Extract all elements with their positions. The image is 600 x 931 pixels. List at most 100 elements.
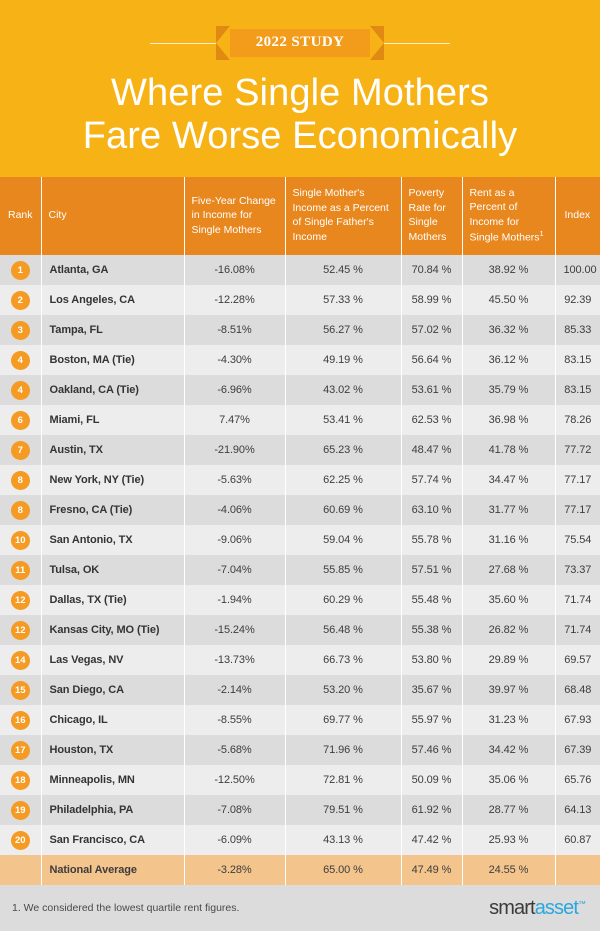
poverty-cell: 57.46 %: [401, 735, 463, 766]
city-cell: San Antonio, TX: [41, 525, 185, 556]
city-cell: New York, NY (Tie): [41, 465, 185, 496]
rank-badge: 14: [10, 650, 30, 670]
ribbon-rule-left: [149, 42, 216, 44]
index-cell: 85.33: [555, 315, 600, 346]
change-cell: 7.47%: [184, 405, 286, 436]
column-header-income-percent-of-father: Single Mother's Income as a Percent of S…: [285, 176, 402, 256]
ribbon-label: 2022 STUDY: [229, 29, 371, 57]
pct-father-cell: 60.29 %: [285, 585, 402, 616]
table-header-row: Rank City Five-Year Change in Income for…: [0, 176, 600, 256]
index-cell: 71.74: [555, 585, 600, 616]
rank-cell: 7: [0, 435, 42, 466]
city-cell: Boston, MA (Tie): [41, 345, 185, 376]
poverty-cell: 63.10 %: [401, 495, 463, 526]
poverty-cell: 47.42 %: [401, 825, 463, 856]
poverty-cell: 70.84 %: [401, 255, 463, 286]
rent-cell: 29.89 %: [462, 645, 556, 676]
poverty-cell: 61.92 %: [401, 795, 463, 826]
poverty-cell: 50.09 %: [401, 765, 463, 796]
poverty-cell: 57.51 %: [401, 555, 463, 586]
rank-cell: 4: [0, 375, 42, 406]
column-header-index: Index: [555, 176, 600, 256]
table-row: 17 Houston, TX -5.68% 71.96 % 57.46 % 34.42 %…: [0, 735, 600, 766]
index-cell: 65.76: [555, 765, 600, 796]
table-row: 4 Boston, MA (Tie) -4.30% 49.19 % 56.64 % 36.…: [0, 345, 600, 376]
pct-father-cell: 79.51 %: [285, 795, 402, 826]
rent-cell: 26.82 %: [462, 615, 556, 646]
rent-cell: 35.60 %: [462, 585, 556, 616]
rank-cell: 15: [0, 675, 42, 706]
rank-badge: 16: [10, 710, 30, 730]
rent-cell: 39.97 %: [462, 675, 556, 706]
poverty-cell: 55.38 %: [401, 615, 463, 646]
index-cell: 92.39: [555, 285, 600, 316]
index-cell: 83.15: [555, 375, 600, 406]
city-cell: Las Vegas, NV: [41, 645, 185, 676]
rank-cell: 8: [0, 495, 42, 526]
change-cell: -3.28%: [184, 855, 286, 886]
city-cell: National Average: [41, 855, 185, 886]
city-cell: Dallas, TX (Tie): [41, 585, 185, 616]
poverty-cell: 55.78 %: [401, 525, 463, 556]
footnote-marker: 1: [539, 229, 544, 239]
page-title-line-1: Where Single Mothers: [111, 72, 489, 114]
change-cell: -8.55%: [184, 705, 286, 736]
rank-cell: 3: [0, 315, 42, 346]
pct-father-cell: 53.41 %: [285, 405, 402, 436]
city-cell: Chicago, IL: [41, 705, 185, 736]
change-cell: -12.50%: [184, 765, 286, 796]
study-ribbon: 2022 STUDY: [0, 26, 600, 60]
pct-father-cell: 60.69 %: [285, 495, 402, 526]
city-cell: Kansas City, MO (Tie): [41, 615, 185, 646]
rent-cell: 34.42 %: [462, 735, 556, 766]
rank-badge: 7: [10, 440, 30, 460]
city-cell: San Francisco, CA: [41, 825, 185, 856]
rank-cell: 16: [0, 705, 42, 736]
rank-badge: 1: [10, 260, 30, 280]
table-row: 19 Philadelphia, PA -7.08% 79.51 % 61.92 % 28…: [0, 795, 600, 826]
table-row: 7 Austin, TX -21.90% 65.23 % 48.47 % 41.78 % 7…: [0, 435, 600, 466]
rent-cell: 31.23 %: [462, 705, 556, 736]
pct-father-cell: 65.00 %: [285, 855, 402, 886]
rent-cell: 45.50 %: [462, 285, 556, 316]
ribbon-rule-right: [384, 42, 451, 44]
rank-badge: 10: [10, 530, 30, 550]
rank-badge: 4: [10, 380, 30, 400]
change-cell: -5.68%: [184, 735, 286, 766]
poverty-cell: 55.97 %: [401, 705, 463, 736]
rent-cell: 31.77 %: [462, 495, 556, 526]
city-cell: Philadelphia, PA: [41, 795, 185, 826]
rank-cell: 2: [0, 285, 42, 316]
change-cell: -5.63%: [184, 465, 286, 496]
rank-badge: 3: [10, 320, 30, 340]
change-cell: -16.08%: [184, 255, 286, 286]
table-row: 6 Miami, FL 7.47% 53.41 % 62.53 % 36.98 % 78.2…: [0, 405, 600, 436]
rent-cell: 34.47 %: [462, 465, 556, 496]
city-cell: Minneapolis, MN: [41, 765, 185, 796]
rank-badge: 6: [10, 410, 30, 430]
change-cell: -4.06%: [184, 495, 286, 526]
pct-father-cell: 59.04 %: [285, 525, 402, 556]
table-row: 10 San Antonio, TX -9.06% 59.04 % 55.78 % 31.…: [0, 525, 600, 556]
rank-cell: [0, 855, 42, 886]
pct-father-cell: 72.81 %: [285, 765, 402, 796]
rank-cell: 10: [0, 525, 42, 556]
logo-trademark-icon: ™: [578, 899, 586, 909]
column-header-rent-text: Rent as a Percent of Income for Single M…: [469, 186, 540, 244]
city-cell: Atlanta, GA: [41, 255, 185, 286]
pct-father-cell: 71.96 %: [285, 735, 402, 766]
index-cell: 78.26: [555, 405, 600, 436]
rankings-table: Rank City Five-Year Change in Income for…: [0, 176, 600, 886]
poverty-cell: 57.02 %: [401, 315, 463, 346]
rank-badge: 2: [10, 290, 30, 310]
rent-cell: 36.98 %: [462, 405, 556, 436]
ribbon-tail-right-icon: [370, 26, 385, 60]
change-cell: -7.08%: [184, 795, 286, 826]
city-cell: San Diego, CA: [41, 675, 185, 706]
change-cell: -4.30%: [184, 345, 286, 376]
index-cell: 60.87: [555, 825, 600, 856]
rent-cell: 25.93 %: [462, 825, 556, 856]
index-cell: 67.93: [555, 705, 600, 736]
table-row: 20 San Francisco, CA -6.09% 43.13 % 47.42 % 2…: [0, 825, 600, 856]
index-cell: 64.13: [555, 795, 600, 826]
